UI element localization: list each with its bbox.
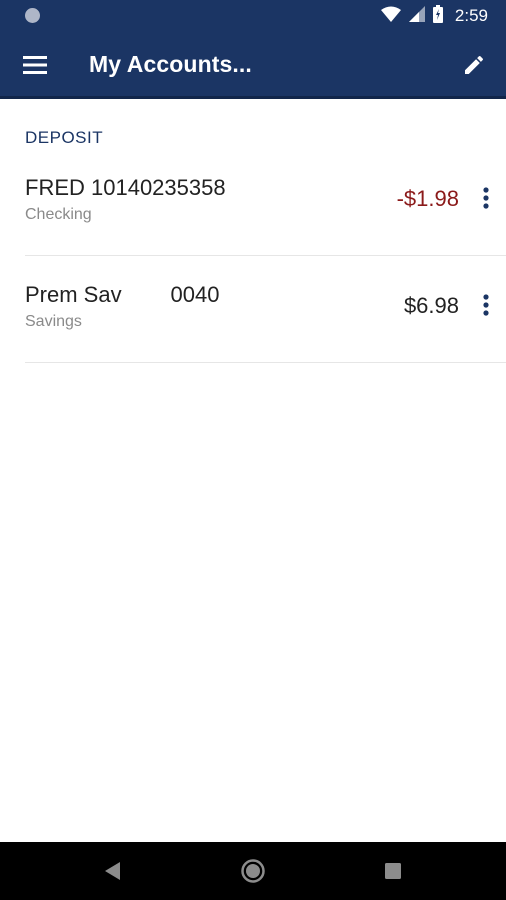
more-vertical-icon: [483, 187, 489, 209]
app-bar-divider: [0, 96, 506, 99]
status-bar: 2:59: [0, 0, 506, 32]
account-name: Prem Sav 0040: [25, 282, 220, 307]
hamburger-menu-icon: [23, 56, 47, 74]
menu-button[interactable]: [18, 49, 52, 81]
pencil-edit-icon: [465, 55, 484, 74]
account-more-button[interactable]: [474, 292, 498, 318]
account-balance: $6.98: [403, 293, 459, 318]
account-balance: -$1.98: [396, 186, 459, 211]
account-row[interactable]: FRED 10140235358 Checking -$1.98: [25, 150, 506, 256]
recents-button[interactable]: [378, 856, 408, 886]
account-name: FRED 10140235358: [25, 175, 226, 200]
home-icon: [241, 859, 265, 883]
account-type: Checking: [25, 206, 92, 223]
wifi-icon: [380, 6, 401, 27]
home-button[interactable]: [238, 856, 268, 886]
page-title: My Accounts...: [89, 51, 252, 77]
status-time: 2:59: [454, 6, 488, 25]
status-icons: 2:59: [380, 0, 488, 32]
back-icon: [105, 862, 120, 880]
more-vertical-icon: [483, 294, 489, 316]
signal-icon: [408, 5, 425, 27]
app-bar: My Accounts...: [0, 32, 506, 98]
battery-charging-icon: [432, 4, 443, 28]
system-nav-bar: [0, 842, 506, 900]
notification-dot-icon: [25, 8, 40, 23]
account-type: Savings: [25, 313, 82, 330]
back-button[interactable]: [98, 856, 128, 886]
edit-button[interactable]: [458, 49, 490, 81]
account-more-button[interactable]: [474, 185, 498, 211]
section-header-deposit: DEPOSIT: [25, 128, 104, 147]
account-row[interactable]: Prem Sav 0040 Savings $6.98: [25, 257, 506, 363]
recents-icon: [385, 863, 401, 879]
